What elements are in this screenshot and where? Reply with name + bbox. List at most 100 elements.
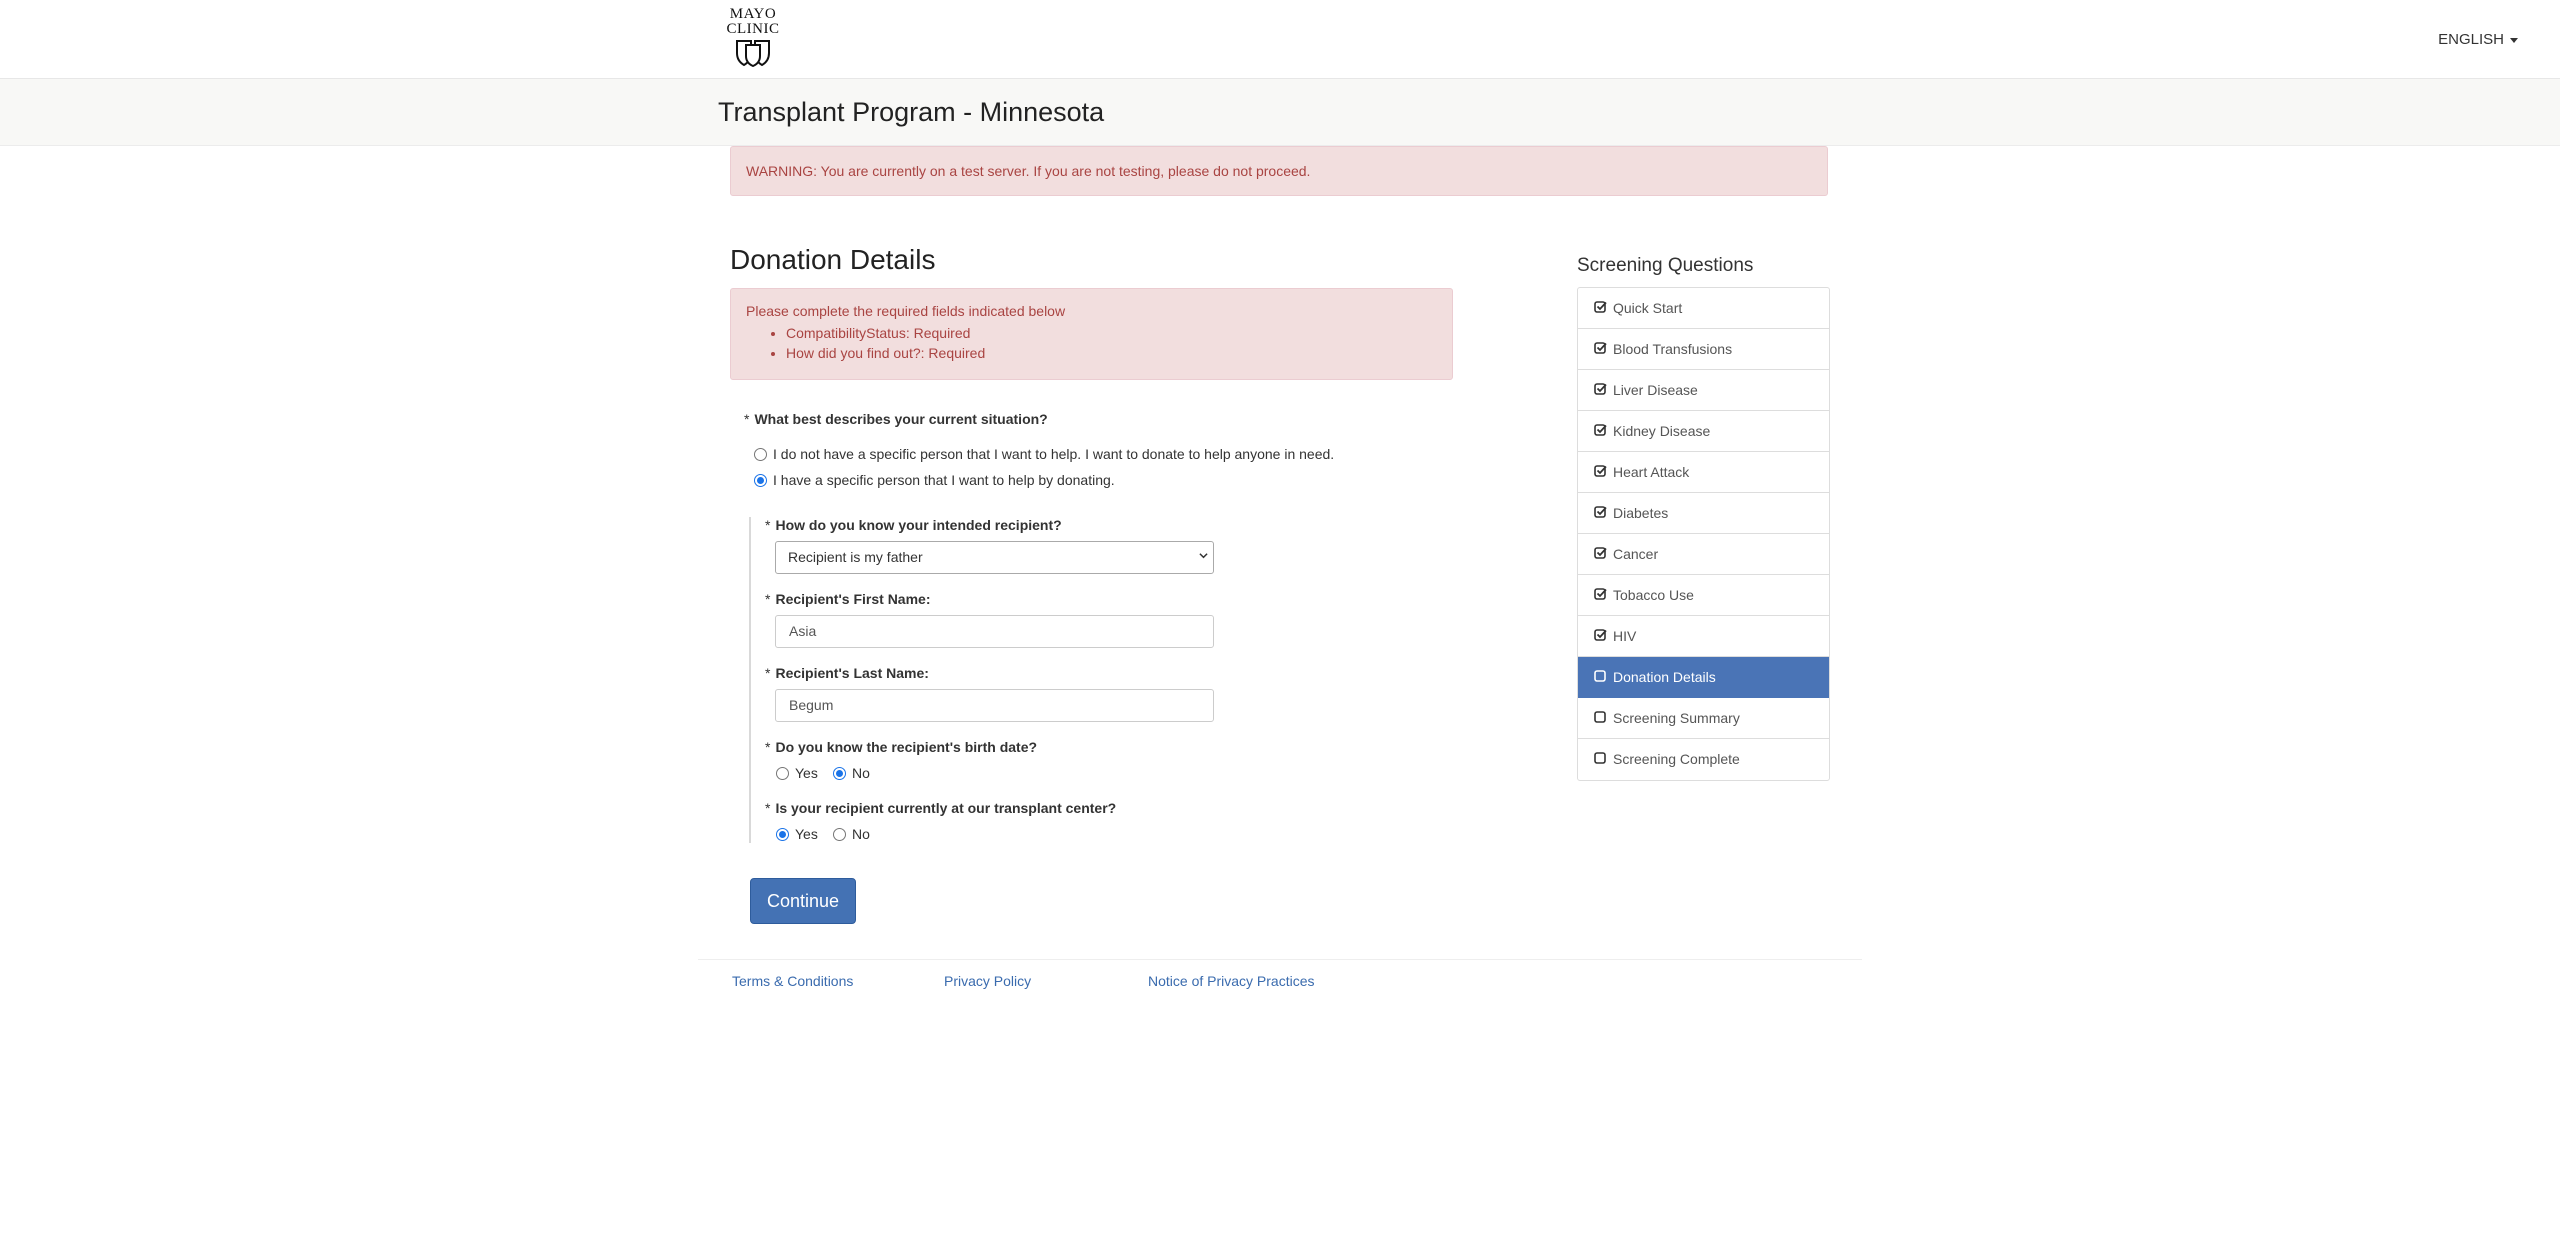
sidebar-item-liver-disease[interactable]: Liver Disease [1578, 370, 1829, 411]
recipient-section-border [749, 517, 751, 843]
sidebar-item-cancer[interactable]: Cancer [1578, 534, 1829, 575]
chevron-down-icon [1199, 553, 1208, 559]
required-marker: * [765, 665, 771, 681]
required-marker: * [765, 739, 771, 755]
checked-box-icon [1594, 546, 1607, 559]
birth-date-question-label: Do you know the recipient's birth date? [775, 739, 1038, 755]
program-title: Transplant Program - Minnesota [718, 97, 1105, 127]
first-name-input[interactable]: Asia [775, 615, 1214, 648]
sidebar-item-label: Heart Attack [1613, 464, 1690, 480]
sidebar-item-donation-details[interactable]: Donation Details [1578, 657, 1829, 698]
birth-date-yes-label: Yes [795, 765, 818, 781]
relation-select-value: Recipient is my father [788, 549, 923, 565]
sidebar-item-label: Blood Transfusions [1613, 341, 1733, 357]
radio-button[interactable] [754, 447, 767, 461]
radio-button-selected[interactable] [833, 766, 846, 780]
test-server-warning: WARNING: You are currently on a test ser… [730, 146, 1828, 196]
checked-box-icon [1594, 464, 1607, 477]
notice-of-privacy-link[interactable]: Notice of Privacy Practices [1148, 973, 1315, 989]
logo-text-line1: MAYO [729, 6, 777, 22]
privacy-policy-link[interactable]: Privacy Policy [944, 973, 1031, 989]
validation-item: CompatibilityStatus: Required [786, 323, 1437, 343]
required-marker: * [765, 800, 771, 816]
sidebar-item-label: Cancer [1613, 546, 1659, 562]
situation-question-label: What best describes your current situati… [754, 411, 1048, 427]
required-marker: * [765, 591, 771, 607]
last-name-label: Recipient's Last Name: [775, 665, 929, 681]
situation-option-specific[interactable]: I have a specific person that I want to … [754, 472, 1115, 488]
last-name-label-row: * Recipient's Last Name: [765, 665, 929, 681]
shields-icon [736, 40, 770, 67]
at-center-no-label: No [852, 826, 870, 842]
language-label: ENGLISH [2438, 31, 2504, 48]
checked-box-icon [1594, 628, 1607, 641]
radio-button-selected[interactable] [754, 473, 767, 487]
sidebar-item-kidney-disease[interactable]: Kidney Disease [1578, 411, 1829, 452]
validation-intro: Please complete the required fields indi… [746, 303, 1066, 319]
caret-down-icon [2510, 37, 2518, 43]
sidebar-item-label: Screening Summary [1613, 710, 1740, 726]
at-center-question: * Is your recipient currently at our tran… [765, 800, 1116, 816]
sidebar-item-label: Screening Complete [1613, 751, 1740, 767]
birth-date-no-option[interactable]: No [833, 765, 870, 781]
at-center-yes-option[interactable]: Yes [776, 826, 818, 842]
sidebar-item-label: Tobacco Use [1613, 587, 1694, 603]
sidebar-item-screening-summary[interactable]: Screening Summary [1578, 698, 1829, 739]
sidebar-item-quick-start[interactable]: Quick Start [1578, 288, 1829, 329]
situation-question: * What best describes your current situat… [744, 411, 1048, 427]
footer-divider [698, 959, 1862, 960]
sidebar-item-label: Liver Disease [1613, 382, 1698, 398]
page-title: Donation Details [730, 244, 936, 275]
first-name-label-row: * Recipient's First Name: [765, 591, 931, 607]
sidebar-item-hiv[interactable]: HIV [1578, 616, 1829, 657]
sidebar-item-label: Kidney Disease [1613, 423, 1711, 439]
sidebar-item-label: HIV [1613, 628, 1637, 644]
situation-option-specific-label: I have a specific person that I want to … [773, 472, 1115, 488]
validation-item: How did you find out?: Required [786, 343, 1437, 363]
sidebar-item-label: Donation Details [1613, 669, 1716, 685]
terms-link[interactable]: Terms & Conditions [732, 973, 853, 989]
sidebar-item-tobacco-use[interactable]: Tobacco Use [1578, 575, 1829, 616]
sidebar-title: Screening Questions [1577, 255, 1754, 276]
checked-box-icon [1594, 300, 1607, 313]
radio-button[interactable] [833, 827, 846, 841]
relation-select[interactable]: Recipient is my father [775, 541, 1214, 574]
last-name-input[interactable]: Begum [775, 689, 1214, 722]
required-marker: * [744, 411, 750, 427]
checked-box-icon [1594, 341, 1607, 354]
situation-option-anyone-label: I do not have a specific person that I w… [773, 446, 1335, 462]
sidebar-item-diabetes[interactable]: Diabetes [1578, 493, 1829, 534]
at-center-no-option[interactable]: No [833, 826, 870, 842]
birth-date-question: * Do you know the recipient's birth date? [765, 739, 1037, 755]
checked-box-icon [1594, 382, 1607, 395]
checked-box-icon [1594, 423, 1607, 436]
program-banner: Transplant Program - Minnesota [0, 79, 2560, 146]
sidebar-item-label: Diabetes [1613, 505, 1669, 521]
at-center-question-label: Is your recipient currently at our trans… [775, 800, 1117, 816]
validation-summary: Please complete the required fields indi… [730, 288, 1453, 380]
required-marker: * [765, 517, 771, 533]
relation-question-label: How do you know your intended recipient? [775, 517, 1062, 533]
sidebar-item-screening-complete[interactable]: Screening Complete [1578, 739, 1829, 780]
empty-box-icon [1594, 751, 1607, 764]
at-center-yes-label: Yes [795, 826, 818, 842]
logo-text-line2: CLINIC [726, 21, 780, 37]
sidebar-item-heart-attack[interactable]: Heart Attack [1578, 452, 1829, 493]
birth-date-no-label: No [852, 765, 870, 781]
checked-box-icon [1594, 505, 1607, 518]
birth-date-yes-option[interactable]: Yes [776, 765, 818, 781]
empty-box-icon [1594, 710, 1607, 723]
checked-box-icon [1594, 587, 1607, 600]
empty-box-icon [1594, 669, 1607, 682]
sidebar-item-label: Quick Start [1613, 300, 1683, 316]
validation-list: CompatibilityStatus: Required How did yo… [746, 323, 1437, 363]
situation-option-anyone[interactable]: I do not have a specific person that I w… [754, 446, 1334, 462]
sidebar-item-blood-transfusions[interactable]: Blood Transfusions [1578, 329, 1829, 370]
continue-button[interactable]: Continue [750, 878, 856, 924]
first-name-label: Recipient's First Name: [775, 591, 931, 607]
language-dropdown[interactable]: ENGLISH [2438, 31, 2518, 48]
radio-button-selected[interactable] [776, 827, 789, 841]
screening-steps-list: Quick Start Blood Transfusions Liver Dis… [1577, 287, 1830, 781]
mayo-clinic-logo[interactable]: MAYO CLINIC [725, 7, 781, 67]
radio-button[interactable] [776, 766, 789, 780]
